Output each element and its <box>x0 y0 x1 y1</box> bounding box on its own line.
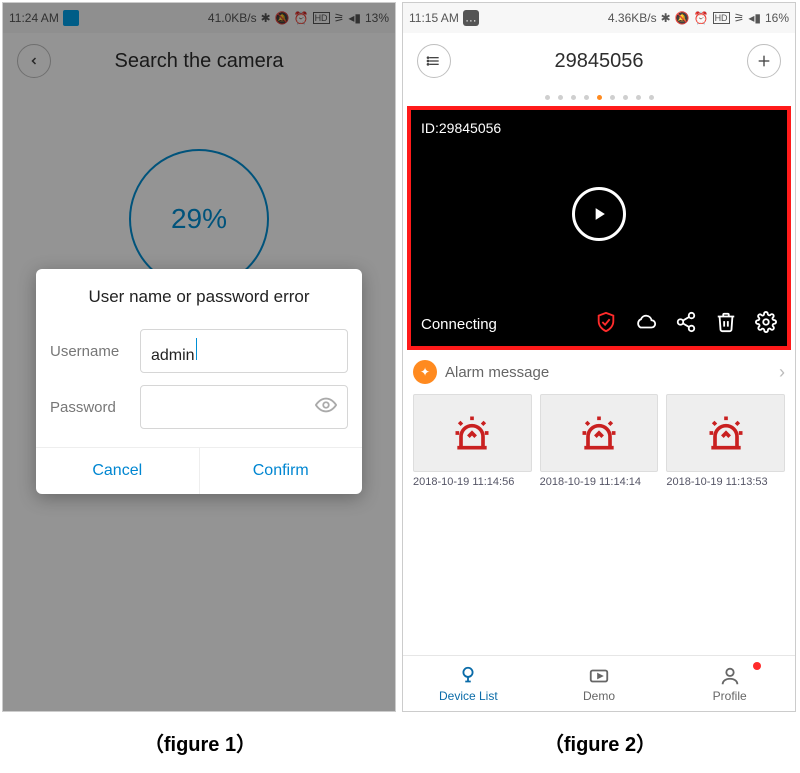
alarm-time: 2018-10-19 11:14:56 <box>413 476 532 488</box>
phone-figure-1: 11:24 AM 41.0KB/s ✱ 🔕 ⏰ HD ⚞ ◂▮ 13% Sear… <box>2 2 396 712</box>
battery-icon: ◂▮ <box>748 11 761 25</box>
cancel-button[interactable]: Cancel <box>36 448 199 494</box>
alarm-tile[interactable] <box>666 394 785 472</box>
phone-figure-2: 11:15 AM 4.36KB/s ✱ 🔕 ⏰ HD ⚞ ◂▮ 16% 2984… <box>402 2 796 712</box>
status-battery: 13% <box>365 11 389 25</box>
page-indicator <box>403 89 795 106</box>
back-button[interactable] <box>17 44 51 78</box>
tab-demo[interactable]: Demo <box>534 656 665 711</box>
wifi-icon: ⚞ <box>334 11 345 25</box>
menu-button[interactable] <box>417 44 451 78</box>
credentials-modal: User name or password error Username adm… <box>36 269 362 494</box>
status-battery: 16% <box>765 11 789 25</box>
bluetooth-icon: ✱ <box>661 11 671 25</box>
chevron-right-icon: › <box>779 362 785 383</box>
alarm-tile[interactable] <box>540 394 659 472</box>
alarm-label: Alarm message <box>445 364 771 381</box>
tab-label: Profile <box>713 689 747 703</box>
status-netrate: 41.0KB/s <box>208 11 257 25</box>
bottom-tab-bar: Device List Demo Profile <box>403 655 795 711</box>
hd-icon: HD <box>713 12 730 24</box>
shield-icon[interactable] <box>595 311 617 338</box>
alarm-message-row[interactable]: ✦ Alarm message › <box>403 350 795 394</box>
connection-status: Connecting <box>421 316 497 333</box>
tab-device-list[interactable]: Device List <box>403 656 534 711</box>
share-icon[interactable] <box>675 311 697 338</box>
alarm-icon: ⏰ <box>294 11 309 25</box>
progress-ring: 29% <box>129 149 269 289</box>
play-button[interactable] <box>572 187 626 241</box>
wifi-icon: ⚞ <box>734 11 745 25</box>
caption-figure-1: （figure 1） <box>144 728 256 757</box>
alarm-time: 2018-10-19 11:13:53 <box>666 476 785 488</box>
password-label: Password <box>50 399 140 416</box>
tab-label: Device List <box>439 689 498 703</box>
mute-icon: 🔕 <box>275 11 290 25</box>
settings-gear-icon[interactable] <box>755 311 777 338</box>
caption-figure-2: （figure 2） <box>544 728 656 757</box>
progress-percent: 29% <box>171 203 227 235</box>
tab-label: Demo <box>583 689 615 703</box>
status-bar: 11:24 AM 41.0KB/s ✱ 🔕 ⏰ HD ⚞ ◂▮ 13% <box>3 3 395 33</box>
status-notif-icon <box>463 10 479 26</box>
alarm-bell-icon: ✦ <box>413 360 437 384</box>
show-password-icon[interactable] <box>315 394 337 421</box>
status-netrate: 4.36KB/s <box>608 11 657 25</box>
alarm-thumbnails <box>403 394 795 472</box>
mute-icon: 🔕 <box>675 11 690 25</box>
title-bar: 29845056 <box>403 33 795 89</box>
username-input[interactable]: admin <box>140 329 348 373</box>
trash-icon[interactable] <box>715 311 737 338</box>
status-app-icon <box>63 10 79 26</box>
notification-dot-icon <box>753 662 761 670</box>
status-time: 11:15 AM <box>409 11 459 25</box>
username-label: Username <box>50 343 140 360</box>
bluetooth-icon: ✱ <box>261 11 271 25</box>
alarm-tile[interactable] <box>413 394 532 472</box>
add-button[interactable] <box>747 44 781 78</box>
tab-profile[interactable]: Profile <box>664 656 795 711</box>
password-input[interactable] <box>140 385 348 429</box>
status-time: 11:24 AM <box>9 11 59 25</box>
camera-preview: ID:29845056 Connecting <box>407 106 791 350</box>
page-title: Search the camera <box>51 50 347 73</box>
battery-icon: ◂▮ <box>348 11 361 25</box>
status-bar: 11:15 AM 4.36KB/s ✱ 🔕 ⏰ HD ⚞ ◂▮ 16% <box>403 3 795 33</box>
hd-icon: HD <box>313 12 330 24</box>
camera-id-label: ID:29845056 <box>421 120 501 136</box>
modal-title: User name or password error <box>36 269 362 323</box>
confirm-button[interactable]: Confirm <box>199 448 363 494</box>
title-bar: Search the camera <box>3 33 395 89</box>
alarm-icon: ⏰ <box>694 11 709 25</box>
page-title: 29845056 <box>451 50 747 73</box>
alarm-time: 2018-10-19 11:14:14 <box>540 476 659 488</box>
cloud-icon[interactable] <box>635 311 657 338</box>
